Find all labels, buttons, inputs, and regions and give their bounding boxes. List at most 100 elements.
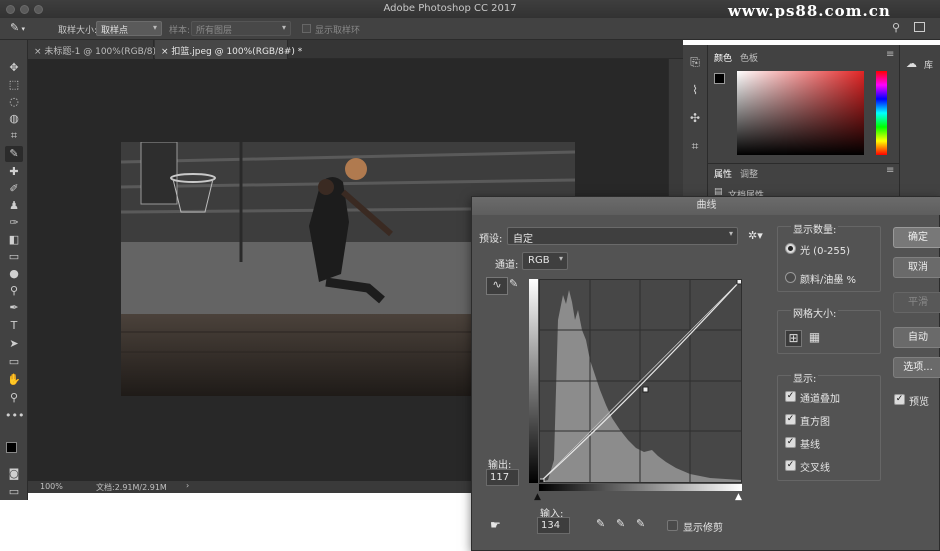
tab-swatches[interactable]: 色板 (740, 51, 758, 64)
cancel-button[interactable]: 取消 (893, 257, 940, 278)
zoom-window-button[interactable] (34, 5, 43, 14)
foreground-swatch[interactable] (714, 73, 725, 84)
show-ring-checkbox[interactable] (302, 24, 311, 33)
rectangle-tool-icon[interactable]: ▭ (5, 354, 23, 370)
tab-color[interactable]: 颜色 (714, 51, 732, 64)
clone-stamp-tool-icon[interactable]: ♟ (5, 198, 23, 214)
crop-tool-icon[interactable]: ⌗ (5, 128, 23, 144)
gray-eyedropper-icon[interactable]: ✎ (616, 517, 625, 530)
hand-tool-icon[interactable]: ✋ (5, 372, 23, 388)
more-tools-icon[interactable]: ••• (5, 408, 24, 424)
healing-brush-tool-icon[interactable]: ✚ (5, 164, 23, 180)
options-button[interactable]: 选项... (893, 357, 940, 378)
sample-value: 所有图层 (196, 26, 233, 36)
curve-graph[interactable] (538, 278, 743, 485)
gradient-tool-icon[interactable]: ▭ (5, 249, 23, 265)
show-clipping-label: 显示修剪 (683, 523, 723, 534)
ok-button[interactable]: 确定 (893, 227, 940, 248)
sample-select[interactable]: 所有图层 ▾ (191, 21, 291, 36)
libraries-icon[interactable]: ☁ (906, 57, 917, 70)
hue-slider[interactable] (876, 71, 887, 155)
screen-mode-icon[interactable]: ▭ (5, 484, 23, 500)
eraser-tool-icon[interactable]: ◧ (5, 232, 23, 248)
zoom-level[interactable]: 100% (40, 482, 63, 491)
target-adjust-hand-icon[interactable]: ☛ (490, 518, 501, 532)
light-label: 光 (0-255) (800, 246, 851, 257)
color-picker-field[interactable] (737, 71, 864, 155)
intersection-line-checkbox[interactable]: ✓ (785, 460, 796, 471)
search-icon[interactable]: ⚲ (892, 21, 900, 34)
show-clipping-checkbox[interactable] (667, 520, 678, 531)
black-point-slider-icon[interactable]: ▲ (534, 492, 541, 502)
simple-grid-icon[interactable]: ⊞ (785, 330, 802, 347)
close-window-button[interactable] (6, 5, 15, 14)
grid-size-label: 网格大小: (791, 305, 839, 320)
light-radio[interactable] (785, 243, 796, 254)
white-point-slider-icon[interactable]: ▲ (735, 492, 742, 502)
tools-panel: ✥ ⬚ ◌ ◍ ⌗ ✎ ✚ ✐ ♟ ✑ ◧ ▭ ● ⚲ ✒ T ➤ ▭ ✋ ⚲ … (0, 40, 28, 500)
blur-tool-icon[interactable]: ● (5, 266, 23, 282)
show-amount-label: 显示数量: (791, 221, 839, 236)
quick-mask-icon[interactable]: ◙ (5, 466, 23, 482)
quick-select-tool-icon[interactable]: ◍ (5, 111, 23, 127)
history-icon[interactable]: ⎘ (687, 55, 703, 71)
close-icon[interactable]: × (161, 47, 171, 57)
tab-properties[interactable]: 属性 (714, 167, 732, 180)
brush-settings-icon[interactable]: ⌇ (687, 83, 703, 99)
detailed-grid-icon[interactable]: ▦ (806, 330, 823, 347)
sample-size-select[interactable]: 取样点 ▾ (96, 21, 162, 36)
options-bar: ✎ ▾ 取样大小: 取样点 ▾ 样本: 所有图层 ▾ 显示取样环 ⚲ (0, 18, 940, 40)
black-eyedropper-icon[interactable]: ✎ (596, 517, 605, 530)
pigment-radio[interactable] (785, 272, 796, 283)
workspace-icon[interactable] (914, 22, 925, 32)
panel-icon-strip: ⎘ ⌇ ✣ ⌗ (683, 45, 707, 205)
channel-select[interactable]: RGB ▾ (522, 252, 568, 270)
dialog-title: 曲线 (472, 197, 940, 215)
sample-label: 样本: (169, 26, 191, 36)
channel-overlay-checkbox[interactable]: ✓ (785, 391, 796, 402)
gear-icon[interactable]: ✲▾ (748, 229, 763, 242)
show-ring-label: 显示取样环 (315, 26, 361, 36)
chevron-right-icon[interactable]: › (186, 481, 189, 490)
pencil-icon[interactable]: ✎ (509, 277, 518, 290)
minimize-window-button[interactable] (20, 5, 29, 14)
panel-menu-icon[interactable]: ≡ (886, 165, 894, 176)
preview-checkbox[interactable]: ✓ (894, 394, 905, 405)
channel-label: 通道: (495, 260, 519, 271)
lasso-tool-icon[interactable]: ◌ (5, 94, 23, 110)
move-tool-icon[interactable]: ✥ (5, 60, 23, 76)
input-field[interactable]: 134 (537, 517, 570, 534)
history-brush-tool-icon[interactable]: ✑ (5, 215, 23, 231)
auto-button[interactable]: 自动 (893, 327, 940, 348)
baseline-checkbox[interactable]: ✓ (785, 437, 796, 448)
preset-label: 预设: (479, 234, 503, 245)
intersection-line-label: 交叉线 (800, 463, 830, 474)
smooth-button[interactable]: 平滑 (893, 292, 940, 313)
puzzle-icon[interactable]: ✣ (687, 111, 703, 127)
close-icon[interactable]: × (34, 47, 44, 57)
baseline-label: 基线 (800, 440, 820, 451)
type-tool-icon[interactable]: T (5, 318, 23, 334)
tab-dunk-jpeg[interactable]: × 扣篮.jpeg @ 100%(RGB/8#) * (155, 40, 302, 59)
marquee-tool-icon[interactable]: ⬚ (5, 77, 23, 93)
pen-tool-icon[interactable]: ✒ (5, 300, 23, 316)
brush-tool-icon[interactable]: ✐ (5, 181, 23, 197)
path-select-tool-icon[interactable]: ➤ (5, 336, 23, 352)
document-tabs: × 未标题-1 @ 100%(RGB/8) * × 扣篮.jpeg @ 100%… (28, 40, 683, 59)
dodge-tool-icon[interactable]: ⚲ (5, 283, 23, 299)
foreground-color-swatch[interactable] (6, 442, 17, 453)
libraries-label[interactable]: 库 (924, 58, 933, 71)
curve-edit-icon[interactable]: ∿ (486, 277, 508, 295)
histogram-checkbox[interactable]: ✓ (785, 414, 796, 425)
crop-icon[interactable]: ⌗ (687, 139, 703, 155)
eyedropper-icon[interactable]: ✎ ▾ (10, 21, 25, 34)
tab-adjustments[interactable]: 调整 (740, 167, 758, 180)
output-field[interactable]: 117 (486, 469, 519, 486)
white-eyedropper-icon[interactable]: ✎ (636, 517, 645, 530)
preset-select[interactable]: 自定 ▾ (507, 227, 738, 245)
tab-untitled[interactable]: × 未标题-1 @ 100%(RGB/8) * (28, 40, 163, 59)
eyedropper-tool-icon[interactable]: ✎ (5, 146, 23, 162)
chevron-down-icon: ▾ (281, 23, 286, 32)
panel-menu-icon[interactable]: ≡ (886, 49, 894, 60)
zoom-tool-icon[interactable]: ⚲ (5, 390, 23, 406)
